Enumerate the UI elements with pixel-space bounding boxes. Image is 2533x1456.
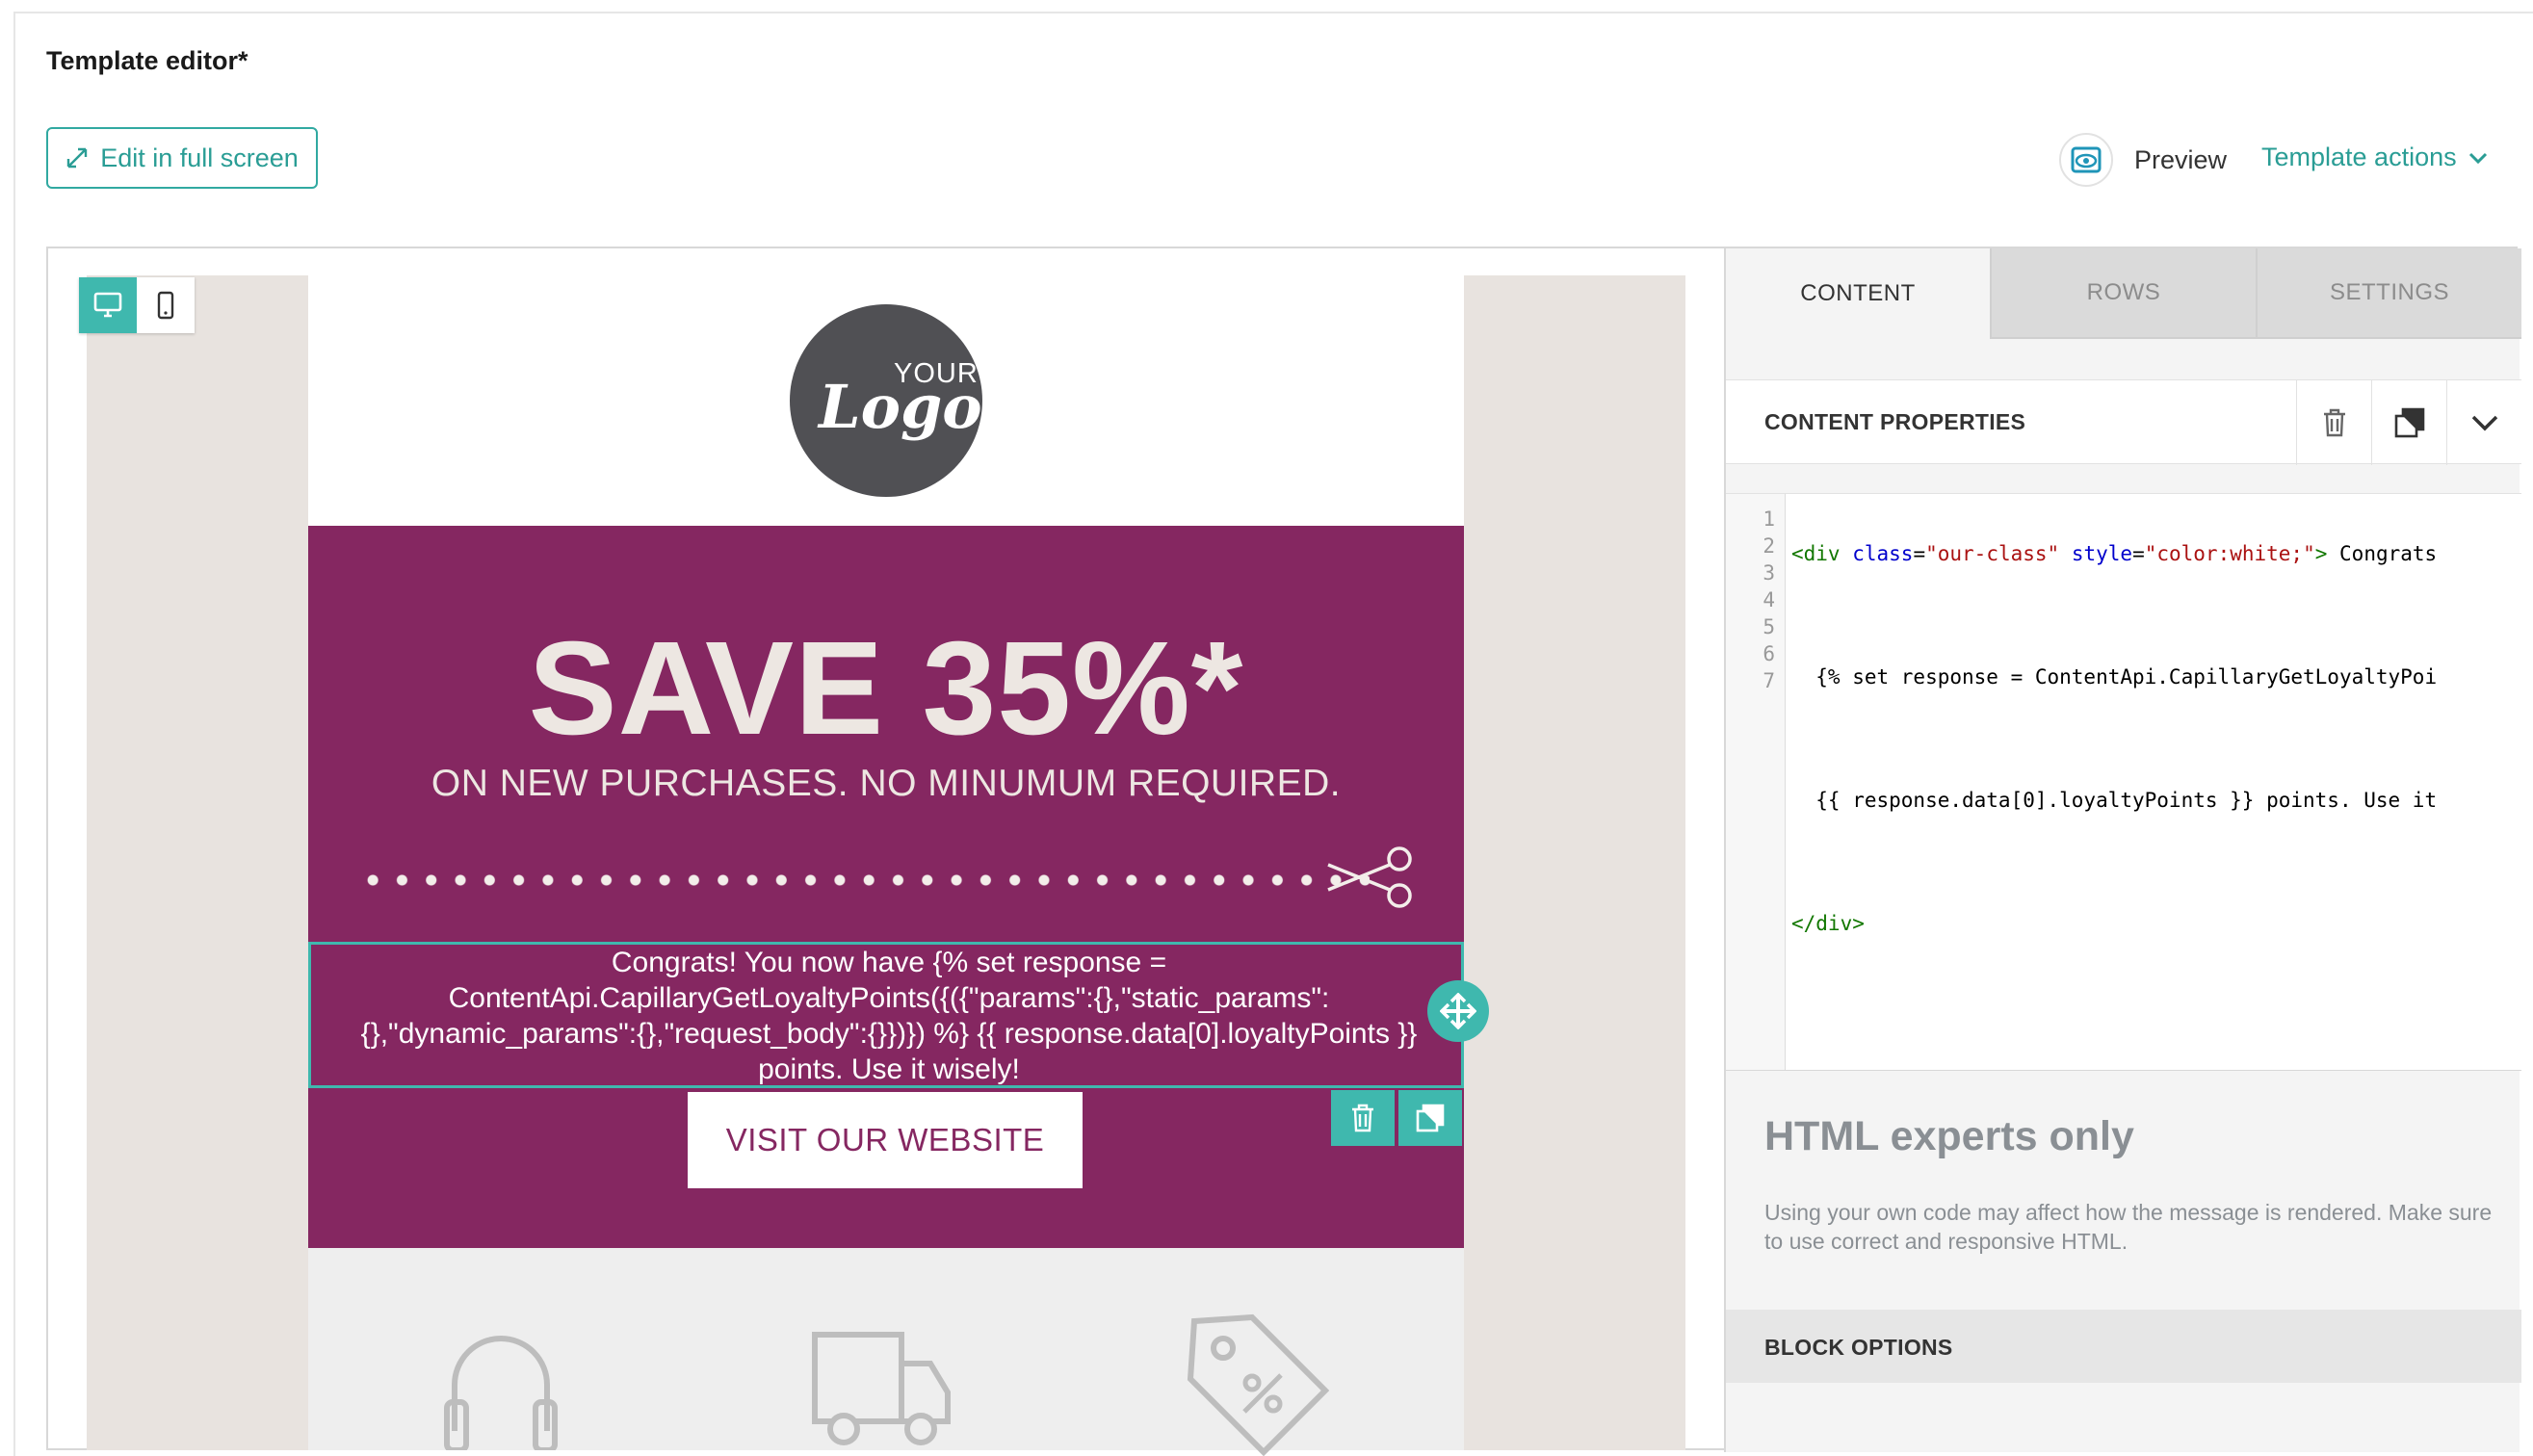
template-actions-dropdown[interactable]: Template actions — [2261, 143, 2488, 172]
code-token: = — [2132, 542, 2145, 565]
scissors-icon — [1327, 846, 1412, 908]
editor-area: YOUR Logo SAVE 35%* ON NEW PURCHASES. NO… — [46, 247, 2521, 1456]
template-actions-label: Template actions — [2261, 143, 2457, 171]
features-row[interactable] — [308, 1248, 1464, 1456]
code-lines: <div class="our-class" style="color:whit… — [1791, 494, 2521, 972]
chevron-down-icon — [2468, 152, 2487, 164]
line-number-gutter: 1 2 3 4 5 6 7 — [1726, 494, 1786, 1070]
code-token: Congrats — [2327, 542, 2438, 565]
line-number: 4 — [1763, 588, 1775, 611]
line-number: 5 — [1763, 615, 1775, 638]
content-properties-tools — [2296, 380, 2521, 465]
device-switcher — [79, 277, 195, 333]
eye-icon — [2071, 146, 2102, 173]
truck-icon — [812, 1332, 951, 1445]
collapse-button[interactable] — [2446, 380, 2521, 465]
duplicate-content-button[interactable] — [2371, 380, 2446, 465]
edit-fullscreen-button[interactable]: Edit in full screen — [46, 127, 318, 189]
move-icon — [1440, 993, 1476, 1029]
code-line-5: {{ response.data[0].loyaltyPoints }} poi… — [1791, 789, 2438, 812]
line-number: 6 — [1763, 642, 1775, 665]
code-token: <div — [1791, 542, 1841, 565]
logo-text: Logo — [819, 372, 982, 442]
duplicate-icon — [1416, 1104, 1445, 1132]
expand-icon — [66, 147, 88, 169]
visit-website-button[interactable]: VISIT OUR WEBSITE — [688, 1092, 1083, 1188]
tab-rows[interactable]: ROWS — [1990, 248, 2256, 339]
selected-html-block[interactable]: Congrats! You now have {% set response =… — [308, 942, 1464, 1088]
line-number: 1 — [1763, 507, 1775, 531]
content-properties-title: CONTENT PROPERTIES — [1764, 409, 2026, 434]
block-toolbar — [1331, 1090, 1462, 1146]
code-token: = — [1913, 542, 1926, 565]
panel-tabs: CONTENT ROWS SETTINGS — [1726, 248, 2521, 339]
tab-settings[interactable]: SETTINGS — [2256, 248, 2521, 339]
logo-image: YOUR Logo — [790, 304, 982, 497]
preview-label: Preview — [2134, 144, 2228, 174]
block-options-title: BLOCK OPTIONS — [1764, 1335, 1953, 1360]
email-preview: YOUR Logo SAVE 35%* ON NEW PURCHASES. NO… — [308, 275, 1489, 1456]
trash-icon — [2323, 408, 2345, 437]
mobile-icon — [157, 291, 174, 320]
code-token: class — [1852, 542, 1914, 565]
properties-panel: CONTENT ROWS SETTINGS CONTENT PROPERTIES — [1724, 248, 2521, 1452]
html-experts-title: HTML experts only — [1764, 1113, 2134, 1159]
headline: SAVE 35%* — [528, 614, 1244, 763]
code-token: style — [2071, 542, 2133, 565]
line-number: 3 — [1763, 561, 1775, 585]
line-number: 2 — [1763, 534, 1775, 558]
subheadline: ON NEW PURCHASES. NO MINUMUM REQUIRED. — [431, 763, 1342, 804]
tab-content[interactable]: CONTENT — [1726, 248, 1990, 339]
mobile-view-button[interactable] — [137, 277, 195, 333]
preview-button[interactable]: Preview — [2059, 133, 2227, 187]
trash-icon — [1352, 1104, 1373, 1132]
page-title: Template editor* — [46, 46, 248, 75]
block-options-header[interactable]: BLOCK OPTIONS — [1726, 1310, 2521, 1383]
congrats-text: Congrats! You now have {% set response =… — [360, 947, 1418, 1085]
price-tag-icon — [1187, 1313, 1329, 1456]
line-number: 7 — [1763, 669, 1775, 692]
logo-row[interactable]: YOUR Logo — [308, 275, 1464, 526]
duplicate-icon — [2394, 407, 2424, 438]
html-experts-description: Using your own code may affect how the m… — [1764, 1200, 2493, 1254]
html-code-editor[interactable]: 1 2 3 4 5 6 7 <div class="our-class" sty… — [1726, 493, 2521, 1071]
dotted-divider — [358, 872, 1370, 888]
preview-icon-wrap — [2059, 133, 2113, 187]
code-line-1: <div class="our-class" style="color:whit… — [1791, 540, 2521, 567]
headphones-icon — [444, 1336, 558, 1450]
code-token: > — [2314, 542, 2328, 565]
desktop-view-button[interactable] — [79, 277, 137, 333]
code-line-7: </div> — [1791, 912, 1865, 935]
code-token: "color:white;" — [2144, 542, 2315, 565]
code-token: "our-class" — [1925, 542, 2060, 565]
move-handle[interactable] — [1427, 980, 1489, 1042]
desktop-icon — [93, 292, 122, 318]
duplicate-block-button[interactable] — [1398, 1090, 1462, 1146]
promo-banner[interactable]: SAVE 35%* ON NEW PURCHASES. NO MINUMUM R… — [308, 526, 1489, 1248]
delete-content-button[interactable] — [2296, 380, 2371, 465]
delete-block-button[interactable] — [1331, 1090, 1395, 1146]
chevron-down-icon — [2471, 415, 2497, 431]
code-line-3: {% set response = ContentApi.CapillaryGe… — [1791, 665, 2438, 689]
edit-fullscreen-label: Edit in full screen — [100, 143, 299, 172]
content-properties-header: CONTENT PROPERTIES — [1726, 379, 2521, 465]
